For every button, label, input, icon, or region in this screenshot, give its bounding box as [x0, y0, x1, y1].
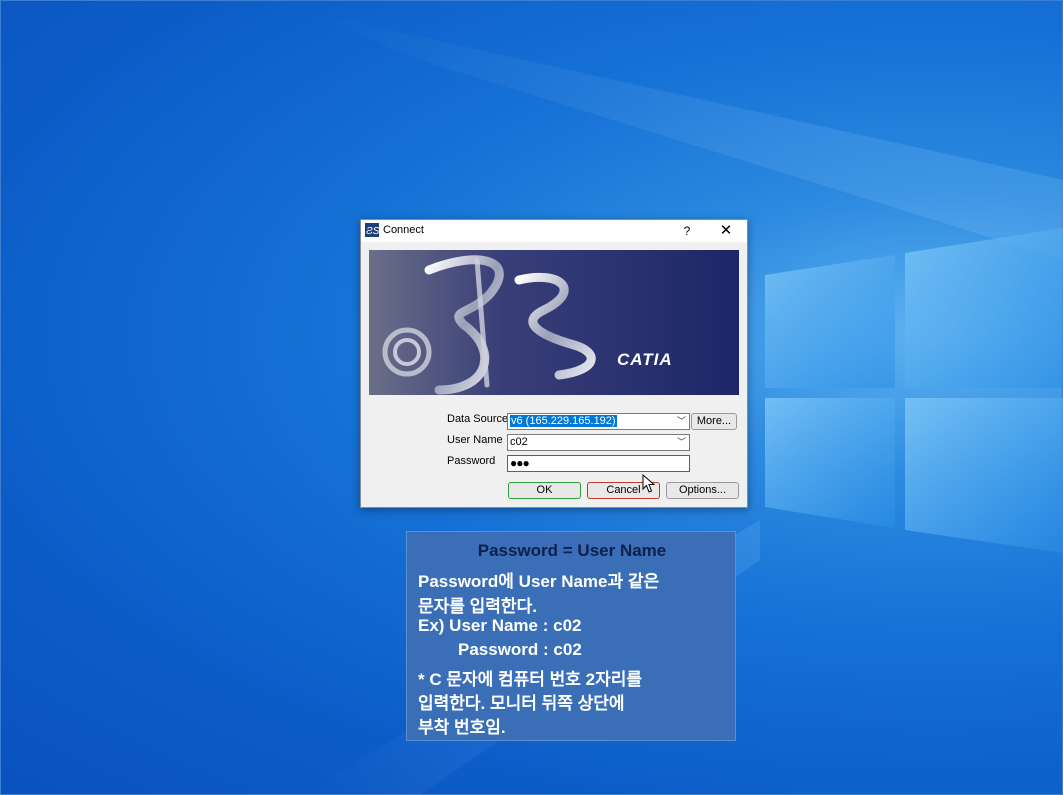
note-line: Password : c02 — [458, 640, 582, 659]
dialog-titlebar: ƧS Connect ? ✕ — [361, 220, 747, 242]
user-name-label: User Name — [447, 434, 503, 446]
chevron-down-icon: ﹀ — [676, 437, 686, 447]
note-line: 부착 번호임. — [418, 718, 506, 737]
banner-artwork — [369, 250, 739, 395]
more-button[interactable]: More... — [691, 413, 737, 430]
ds-logo-icon: ƧS — [365, 223, 380, 237]
note-line: 입력한다. 모니터 뒤쪽 상단에 — [418, 694, 625, 713]
data-source-select[interactable]: v6 (165.229.165.192) ﹀ — [507, 413, 690, 430]
data-source-value: v6 (165.229.165.192) — [510, 415, 617, 427]
user-name-select[interactable]: c02 ﹀ — [507, 434, 690, 451]
note-heading: Password = User Name — [477, 541, 667, 560]
connect-dialog: ƧS Connect ? ✕ CATIA Data Source v6 (165… — [360, 219, 748, 508]
password-input[interactable]: ●●● — [507, 455, 690, 472]
note-line: Ex) User Name : c02 — [418, 616, 582, 635]
instruction-note: Password = User Name Password에 User Name… — [406, 531, 736, 741]
mouse-pointer-icon — [642, 474, 656, 493]
options-button[interactable]: Options... — [666, 482, 739, 499]
note-line: * C 문자에 컴퓨터 번호 2자리를 — [418, 670, 643, 689]
catia-logo-text: CATIA — [617, 350, 673, 369]
note-line: Password에 User Name과 같은 — [418, 572, 660, 591]
user-name-value: c02 — [510, 436, 528, 448]
catia-banner: CATIA — [369, 250, 739, 395]
password-label: Password — [447, 455, 496, 467]
help-button[interactable]: ? — [677, 222, 697, 240]
data-source-label: Data Source — [447, 413, 509, 425]
note-line: 문자를 입력한다. — [418, 597, 537, 616]
svg-text:ƧS: ƧS — [366, 226, 379, 237]
chevron-down-icon: ﹀ — [676, 416, 686, 426]
ok-button[interactable]: OK — [508, 482, 581, 499]
dialog-title: Connect — [383, 224, 424, 236]
password-value: ●●● — [510, 456, 530, 470]
close-button[interactable]: ✕ — [713, 221, 739, 241]
